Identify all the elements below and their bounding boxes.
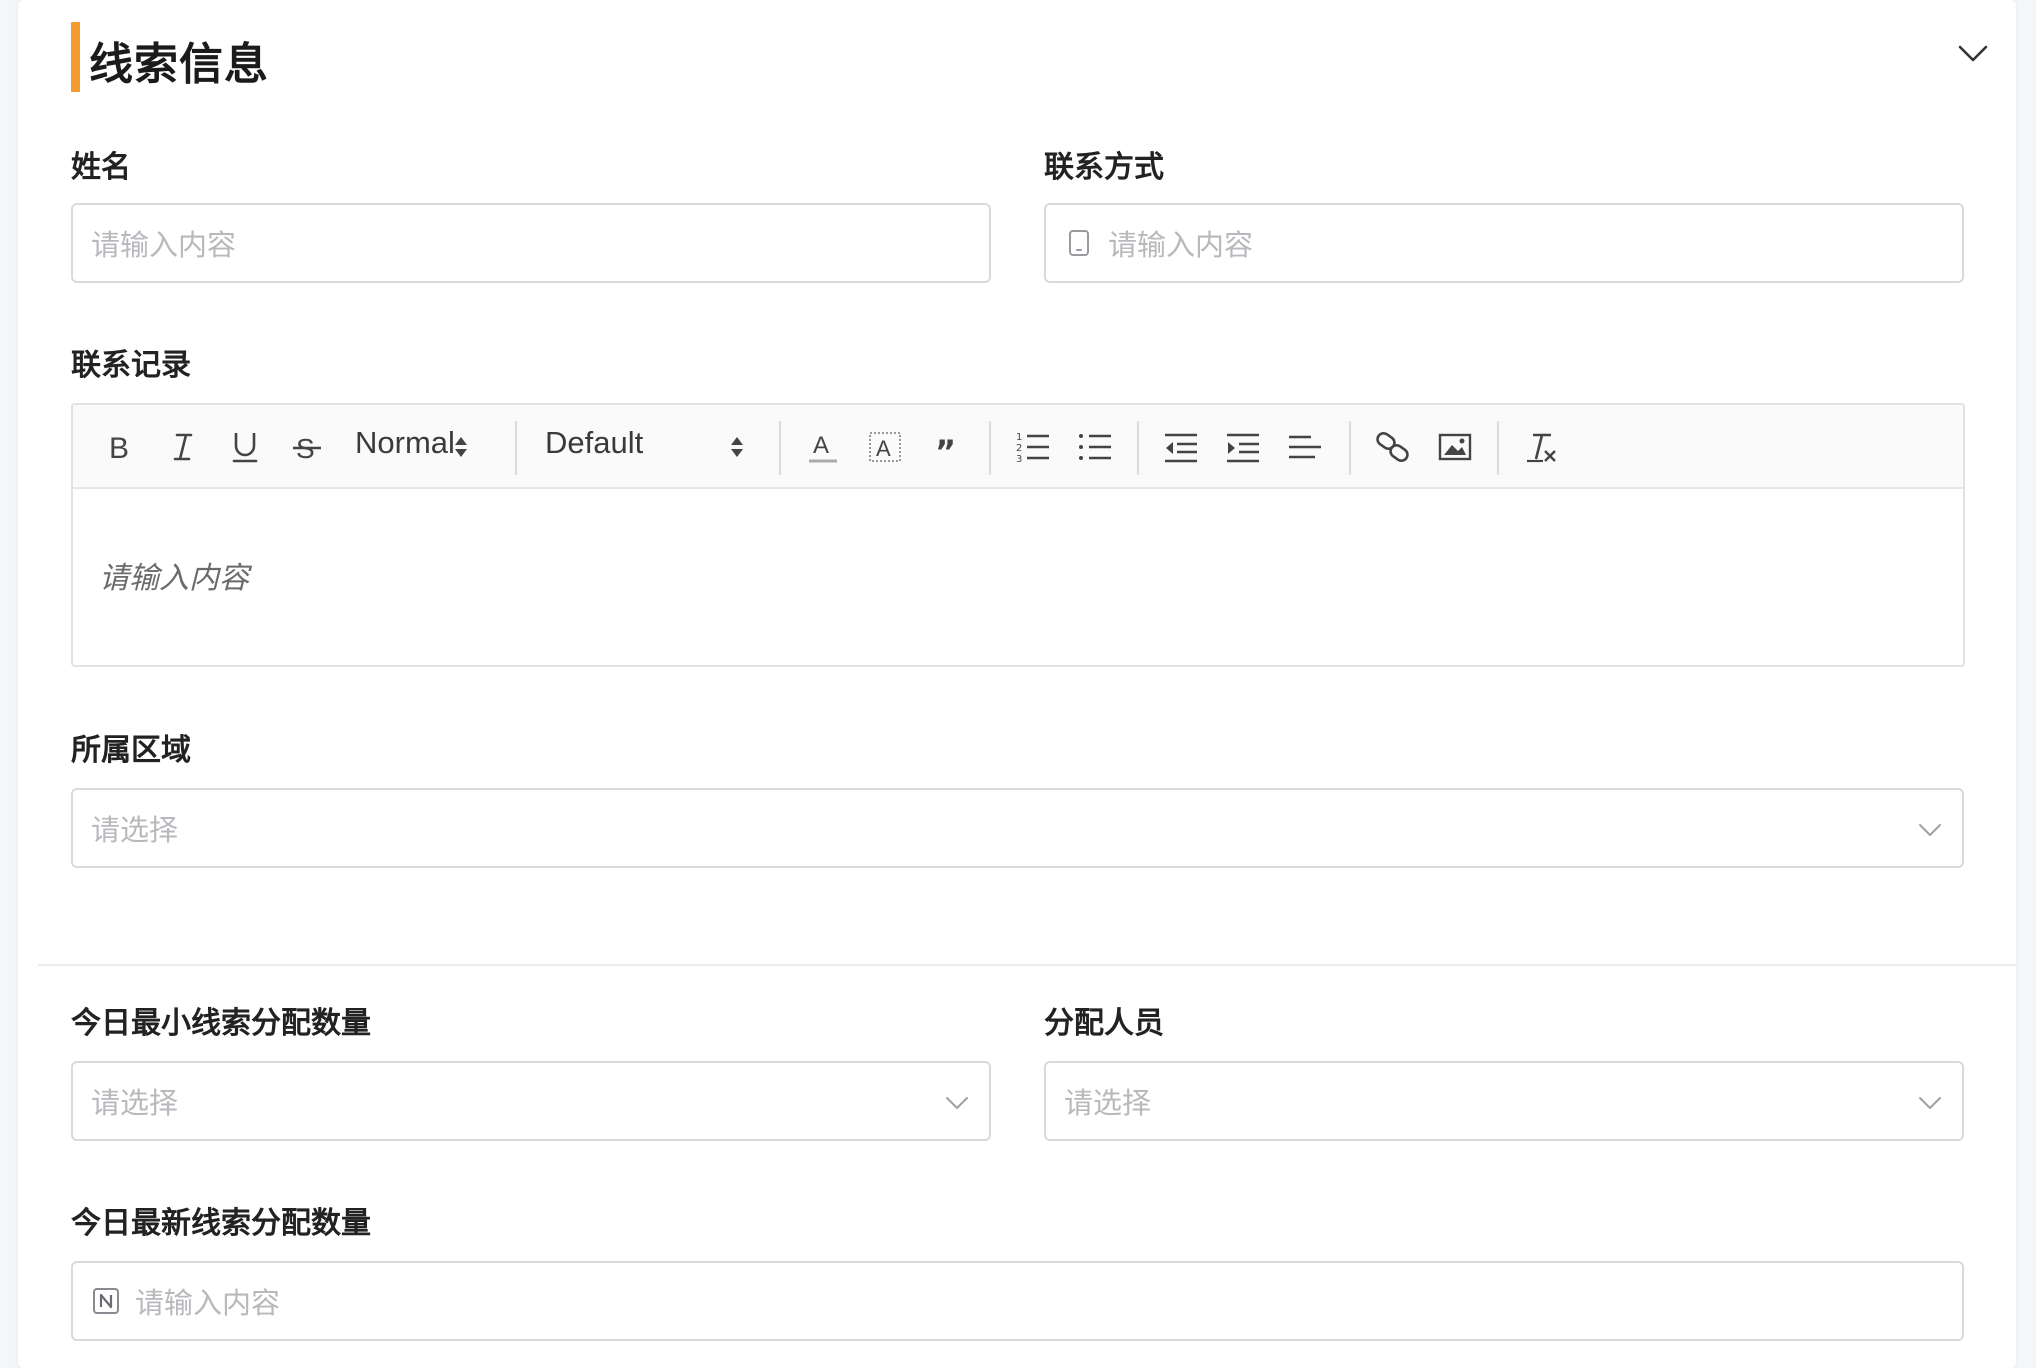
record-label: 联系记录 xyxy=(71,348,191,383)
align-icon[interactable] xyxy=(1285,427,1325,467)
blockquote-icon[interactable]: ” xyxy=(927,427,967,467)
new-count-label: 今日最新线索分配数量 xyxy=(71,1206,371,1241)
ordered-list-icon[interactable]: 1 2 3 xyxy=(1013,427,1053,467)
svg-text:A: A xyxy=(876,436,891,461)
svg-text:1: 1 xyxy=(1016,432,1022,443)
link-icon[interactable] xyxy=(1373,427,1413,467)
outdent-icon[interactable] xyxy=(1161,427,1201,467)
editor-placeholder: 请输入内容 xyxy=(99,561,249,596)
chevron-down-icon xyxy=(1919,1097,1941,1109)
name-input[interactable]: 请输入内容 xyxy=(71,203,991,283)
name-label: 姓名 xyxy=(71,150,131,185)
size-select[interactable]: Normal xyxy=(355,425,455,461)
chevron-down-icon xyxy=(946,1097,968,1109)
toolbar-separator xyxy=(779,421,781,475)
italic-icon[interactable] xyxy=(163,427,203,467)
font-select[interactable]: Default xyxy=(545,425,643,461)
contact-input[interactable]: 请输入内容 xyxy=(1044,203,1964,283)
sort-icon xyxy=(455,437,467,457)
record-editor[interactable]: B S Normal Default A A ” 1 2 3 请输入内容 xyxy=(71,403,1965,667)
background-color-icon[interactable]: A xyxy=(865,427,905,467)
underline-icon[interactable] xyxy=(225,427,265,467)
sort-icon xyxy=(731,437,743,457)
toolbar-separator xyxy=(989,421,991,475)
size-select-value: Normal xyxy=(355,425,455,460)
image-icon[interactable] xyxy=(1435,427,1475,467)
region-label: 所属区域 xyxy=(71,733,191,768)
svg-text:2: 2 xyxy=(1016,443,1022,454)
toolbar-separator xyxy=(1349,421,1351,475)
indent-icon[interactable] xyxy=(1223,427,1263,467)
assignee-select[interactable]: 请选择 xyxy=(1044,1061,1964,1141)
bold-icon[interactable]: B xyxy=(101,427,141,467)
lead-info-card: 线索信息 姓名 请输入内容 联系方式 请输入内容 联系记录 所属区域 请选择 今… xyxy=(18,0,2016,1368)
new-count-input[interactable]: 请输入内容 xyxy=(71,1261,1964,1341)
svg-text:B: B xyxy=(109,432,129,465)
new-count-placeholder: 请输入内容 xyxy=(135,1286,281,1320)
min-count-select[interactable]: 请选择 xyxy=(71,1061,991,1141)
name-placeholder: 请输入内容 xyxy=(91,228,237,262)
svg-text:”: ” xyxy=(935,433,956,467)
bullet-list-icon[interactable] xyxy=(1075,427,1115,467)
chevron-down-icon[interactable] xyxy=(1955,36,1991,72)
contact-label: 联系方式 xyxy=(1044,150,1164,185)
section-divider xyxy=(38,964,2016,966)
editor-toolbar: B S Normal Default A A ” 1 2 3 xyxy=(73,405,1963,489)
toolbar-separator xyxy=(515,421,517,475)
assignee-label: 分配人员 xyxy=(1044,1006,1164,1041)
svg-text:A: A xyxy=(813,432,829,459)
assignee-placeholder: 请选择 xyxy=(1064,1086,1152,1120)
region-select[interactable]: 请选择 xyxy=(71,788,1964,868)
font-select-value: Default xyxy=(545,425,644,460)
chevron-down-icon xyxy=(1919,824,1941,836)
font-color-icon[interactable]: A xyxy=(803,427,843,467)
min-count-label: 今日最小线索分配数量 xyxy=(71,1006,371,1041)
toolbar-separator xyxy=(1497,421,1499,475)
clear-format-icon[interactable] xyxy=(1521,427,1561,467)
section-header[interactable]: 线索信息 xyxy=(71,22,1991,92)
strike-icon[interactable]: S xyxy=(287,427,327,467)
svg-text:3: 3 xyxy=(1016,454,1022,465)
contact-placeholder: 请输入内容 xyxy=(1108,228,1254,262)
toolbar-separator xyxy=(1137,421,1139,475)
section-title: 线索信息 xyxy=(89,39,269,90)
phone-icon xyxy=(1069,230,1089,256)
region-placeholder: 请选择 xyxy=(91,813,179,847)
accent-bar xyxy=(71,22,80,92)
min-count-placeholder: 请选择 xyxy=(91,1086,179,1120)
number-icon xyxy=(93,1288,119,1314)
